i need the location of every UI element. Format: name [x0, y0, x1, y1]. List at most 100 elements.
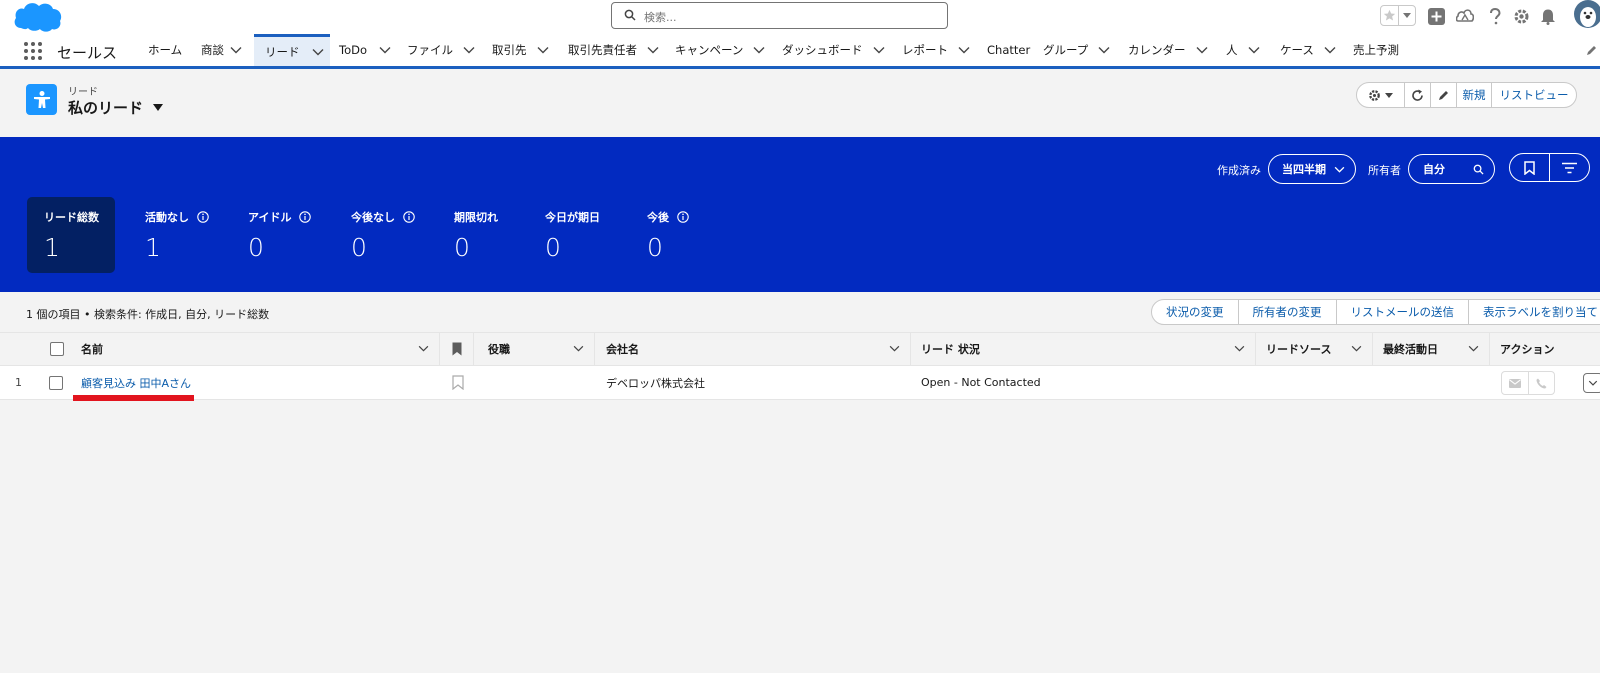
salesforce-logo[interactable]: [13, 0, 63, 35]
kpi-tile-no-upcoming[interactable]: 今後なし 0: [334, 197, 430, 273]
pencil-icon: [1438, 91, 1448, 100]
lead-intelligence-panel: 作成済み 当四半期 所有者 自分 リード総数 1 活動なし 1 アイドル 0 今…: [0, 137, 1600, 292]
lead-object-icon: [26, 84, 57, 115]
chevron-down-icon[interactable]: [379, 46, 391, 54]
phone-icon[interactable]: [1527, 372, 1555, 394]
chevron-down-icon[interactable]: [1351, 345, 1362, 352]
chevron-down-icon[interactable]: [958, 46, 970, 54]
chevron-down-icon[interactable]: [1324, 46, 1336, 54]
chevron-down-icon[interactable]: [537, 46, 549, 54]
nav-tab-reports[interactable]: レポート: [902, 34, 970, 66]
nav-tab-accounts[interactable]: 取引先: [492, 34, 549, 66]
favorites-dropdown-icon[interactable]: [1397, 6, 1416, 25]
bookmark-icon[interactable]: [1510, 154, 1549, 181]
chevron-down-icon[interactable]: [230, 46, 242, 54]
kpi-tile-no-activity[interactable]: 活動なし 1: [128, 197, 224, 273]
row-select-checkbox[interactable]: [49, 375, 63, 390]
global-actions-plus-icon[interactable]: [1426, 6, 1446, 26]
send-list-email-button[interactable]: リストメールの送信: [1335, 300, 1469, 324]
kpi-tile-idle[interactable]: アイドル 0: [231, 197, 327, 273]
email-icon[interactable]: [1502, 372, 1528, 394]
nav-tab-contacts[interactable]: 取引先責任者: [568, 34, 659, 66]
period-filter-dropdown[interactable]: 当四半期: [1268, 154, 1356, 184]
chevron-down-icon[interactable]: [873, 46, 885, 54]
object-type-label: リード: [68, 87, 98, 98]
chevron-down-icon[interactable]: [1234, 345, 1245, 352]
inline-edit-button[interactable]: [1430, 83, 1456, 107]
column-header-name[interactable]: 名前: [72, 333, 440, 365]
column-header-last-activity[interactable]: 最終活動日: [1373, 333, 1490, 365]
trailhead-guidance-icon[interactable]: [1455, 6, 1475, 26]
kpi-value: 0: [351, 233, 367, 262]
column-header-title[interactable]: 役職: [474, 333, 595, 365]
kpi-tile-total-leads[interactable]: リード総数 1: [27, 197, 115, 273]
change-owner-button[interactable]: 所有者の変更: [1237, 300, 1336, 324]
nav-tab-todo[interactable]: ToDo: [339, 34, 391, 66]
column-header-lead-status[interactable]: リード 状況: [911, 333, 1256, 365]
chevron-down-icon[interactable]: [647, 46, 659, 54]
owner-filter-input[interactable]: 自分: [1408, 154, 1495, 184]
info-icon[interactable]: [403, 211, 415, 223]
chevron-down-icon[interactable]: [1468, 345, 1479, 352]
gear-icon: [1369, 89, 1380, 101]
column-header-lead-source[interactable]: リードソース: [1256, 333, 1373, 365]
nav-tab-leads[interactable]: リード: [254, 34, 330, 66]
nav-tab-campaigns[interactable]: キャンペーン: [675, 34, 765, 66]
select-all-checkbox[interactable]: [50, 342, 64, 356]
chevron-down-icon[interactable]: [573, 345, 584, 352]
nav-tab-calendar[interactable]: カレンダー: [1128, 34, 1208, 66]
chevron-down-icon[interactable]: [1248, 46, 1260, 54]
user-avatar[interactable]: [1574, 0, 1600, 28]
kpi-tile-upcoming[interactable]: 今後 0: [630, 197, 710, 273]
edit-nav-pencil-icon[interactable]: [1586, 44, 1598, 59]
notifications-bell-icon[interactable]: [1538, 6, 1558, 26]
nav-tab-cases[interactable]: ケース: [1280, 34, 1336, 66]
list-view-title[interactable]: 私のリード: [68, 97, 143, 118]
list-view-header: リード 私のリード 新規 リストビュー: [0, 69, 1600, 137]
info-icon[interactable]: [197, 211, 209, 223]
column-label: リードソース: [1266, 343, 1332, 356]
bookmark-outline-icon[interactable]: [452, 375, 464, 390]
nav-tab-chatter[interactable]: Chatter: [987, 34, 1030, 66]
assign-label-button[interactable]: 表示ラベルを割り当て: [1468, 300, 1600, 324]
kpi-tile-overdue[interactable]: 期限切れ 0: [437, 197, 517, 273]
app-launcher-icon[interactable]: [24, 42, 42, 60]
chevron-down-icon[interactable]: [1196, 46, 1208, 54]
filter-lines-icon[interactable]: [1549, 154, 1589, 181]
chevron-down-icon[interactable]: [463, 46, 475, 54]
lead-name-link[interactable]: 顧客見込み 田中Aさん: [81, 375, 191, 391]
nav-tab-home[interactable]: ホーム: [148, 34, 182, 66]
list-view-button[interactable]: リストビュー: [1491, 83, 1576, 107]
search-icon: [624, 9, 636, 21]
nav-tab-people[interactable]: 人: [1226, 34, 1260, 66]
list-view-switcher-caret-icon[interactable]: [153, 104, 163, 111]
info-icon[interactable]: [677, 211, 689, 223]
chevron-down-icon[interactable]: [418, 345, 429, 352]
nav-tab-files[interactable]: ファイル: [407, 34, 475, 66]
row-actions-menu-button[interactable]: [1583, 373, 1600, 393]
info-icon[interactable]: [299, 211, 312, 223]
list-view-summary: 1 個の項目 • 検索条件: 作成日, 自分, リード総数: [26, 308, 270, 321]
nav-tab-dashboards[interactable]: ダッシュボード: [782, 34, 885, 66]
favorite-star-icon[interactable]: [1381, 6, 1398, 25]
created-filter-label: 作成済み: [1217, 164, 1261, 177]
chevron-down-icon: [1334, 166, 1345, 173]
nav-tab-groups[interactable]: グループ: [1043, 34, 1110, 66]
chevron-down-icon[interactable]: [753, 46, 765, 54]
setup-gear-icon[interactable]: [1511, 6, 1531, 26]
chevron-down-icon[interactable]: [312, 48, 324, 56]
nav-tab-opportunities[interactable]: 商談: [201, 34, 242, 66]
chevron-down-icon[interactable]: [1098, 46, 1110, 54]
change-status-button[interactable]: 状況の変更: [1152, 300, 1238, 324]
column-header-company[interactable]: 会社名: [595, 333, 911, 365]
help-icon[interactable]: [1485, 6, 1505, 26]
global-search-input[interactable]: 検索...: [611, 2, 948, 29]
chevron-down-icon[interactable]: [889, 345, 900, 352]
kpi-value: 0: [248, 233, 264, 262]
list-view-controls-button[interactable]: [1357, 83, 1404, 107]
kpi-tile-due-today[interactable]: 今日が期日 0: [528, 197, 618, 273]
refresh-button[interactable]: [1404, 83, 1430, 107]
table-header-row: 名前 役職 会社名 リード 状況 リードソース 最終活動日 アクション: [0, 332, 1600, 366]
nav-tab-forecasts[interactable]: 売上予測: [1353, 34, 1399, 66]
new-lead-button[interactable]: 新規: [1456, 83, 1491, 107]
